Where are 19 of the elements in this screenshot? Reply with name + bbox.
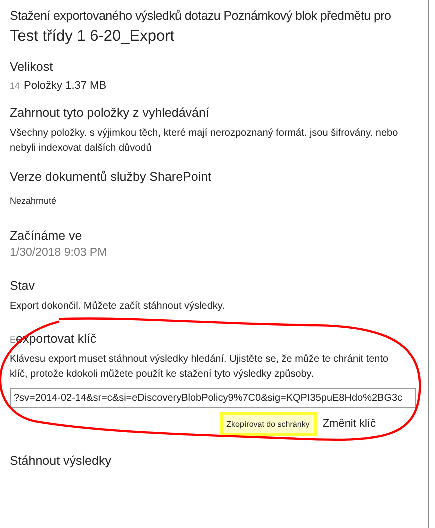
section-label: Zahrnout tyto položky z vyhledávání [10, 105, 210, 122]
section-label: Stav [10, 278, 36, 295]
key-field[interactable]: ?sv=2014-02-14&sr=c&si=eDiscoveryBlobPolicy9%7C0&sig=KQPI35puE8Hdo%2BG3c [10, 388, 416, 408]
section-label: Začínáme ve [10, 228, 84, 245]
versions-value: Nezahrnuté [10, 195, 58, 208]
status-text: Export dokončil. Můžete začít stáhnout výsledky. [10, 300, 226, 314]
panel-title: Stažení exportovaného výsledků dotazu Poznámkový blok předmětu pro [10, 8, 392, 25]
start-date: 1/30/2018 9:03 PM [10, 246, 108, 261]
key-description: Klávesu export muset stáhnout výsledky hledání. Ujistěte se, že může te chránit tento klíč, protože kdokoli můžete použít ke stažení tyto výsledky způsoby. [10, 353, 390, 382]
section-label: Velikost [10, 59, 54, 76]
label-mark: E [10, 335, 16, 345]
section-label: Verze dokumentů služby SharePoint [10, 169, 213, 186]
item-count: 14 [10, 81, 20, 91]
copy-button[interactable]: Zkopírovat do schránky [220, 412, 317, 436]
change-key-button[interactable]: Změnit klíč [322, 418, 376, 430]
include-text: Všechny položky. s výjimkou těch, které mají nerozpoznaný formát. jsou šifrovány. nebo nebyli indexovat dalších důvodů [10, 127, 400, 156]
panel-title: Test třídy 1 6-20_Export [10, 27, 176, 47]
section-label: Stáhnout výsledky [10, 453, 112, 470]
size-value: Položky 1.37 MB [24, 80, 107, 92]
